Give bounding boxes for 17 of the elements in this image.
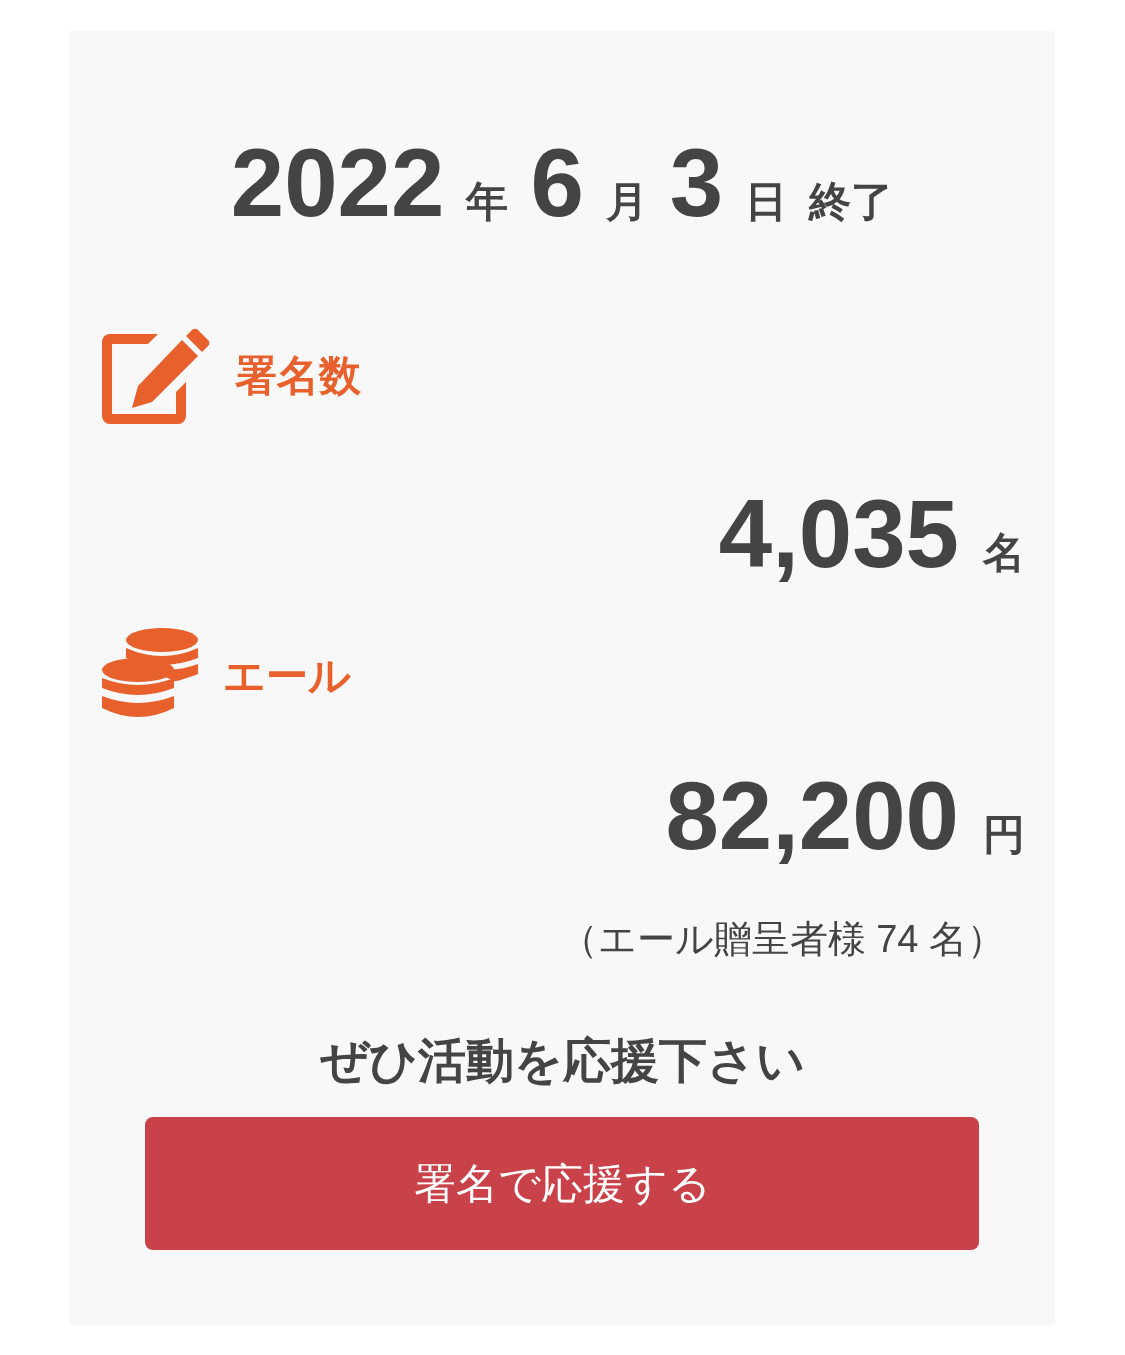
edit-icon: [102, 328, 210, 424]
stat-label: 署名数: [235, 355, 361, 397]
year-number: 2022: [230, 135, 445, 231]
month-number: 6: [530, 135, 584, 231]
month-unit: 月: [605, 181, 648, 223]
stat-label: エール: [223, 654, 351, 697]
sign-support-button[interactable]: 署名で応援する: [145, 1117, 979, 1250]
day-unit: 日: [745, 181, 788, 223]
stat-unit: 円: [983, 814, 1025, 856]
stat-value: 4,035: [718, 486, 959, 582]
year-unit: 年: [466, 181, 509, 223]
end-status: 終了: [809, 181, 894, 223]
supporter-count-note: （エール贈呈者様 74 名）: [559, 917, 1005, 962]
stat-unit: 名: [983, 532, 1025, 574]
stat-value: 82,200: [665, 768, 959, 864]
call-to-action-text: ぜひ活動を応援下さい: [319, 1033, 805, 1088]
day-number: 3: [669, 135, 724, 231]
